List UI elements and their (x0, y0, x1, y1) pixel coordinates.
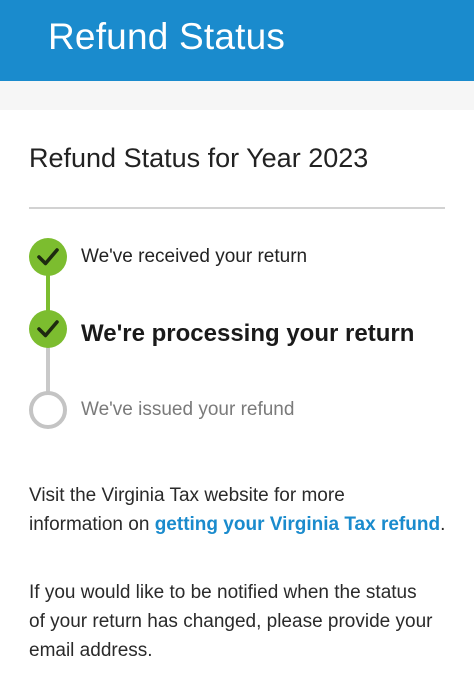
card-title: Refund Status for Year 2023 (29, 143, 369, 173)
progress-connector-pending (46, 346, 50, 394)
app-header: Refund Status (0, 0, 474, 81)
step-received-check-icon (29, 238, 67, 276)
notify-line3: email address. (29, 640, 153, 661)
info-line1: Visit the Virginia Tax website for more (29, 485, 345, 506)
step-received-label: We've received your return (81, 246, 308, 267)
info-line2-prefix: information on (29, 514, 155, 535)
step-issued-label: We've issued your refund (81, 399, 295, 420)
step-processing-label: We're processing your return (81, 320, 415, 347)
header-title: Refund Status (48, 16, 286, 57)
info-paragraph: Visit the Virginia Tax website for more … (29, 481, 459, 539)
divider (29, 207, 445, 209)
header-spacer (0, 81, 474, 110)
notify-paragraph: If you would like to be notified when th… (29, 578, 459, 665)
info-line2-suffix: . (440, 514, 446, 535)
notify-line1: If you would like to be notified when th… (29, 582, 417, 603)
notify-line2: of your return has changed, please provi… (29, 611, 433, 632)
step-processing-check-icon (29, 310, 67, 348)
refund-info-link[interactable]: getting your Virginia Tax refund (155, 514, 440, 535)
step-issued-circle-icon (29, 391, 67, 429)
